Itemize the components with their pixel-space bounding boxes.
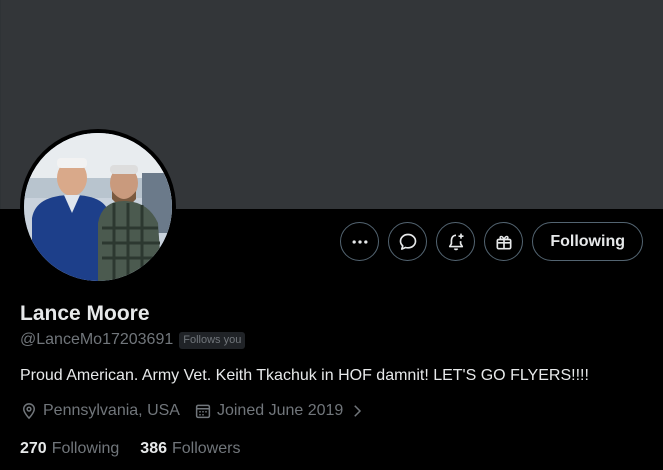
joined-text: Joined June 2019: [216, 402, 344, 419]
following-label: Following: [51, 440, 120, 457]
more-button[interactable]: [340, 222, 380, 261]
location-pin-icon: [22, 403, 36, 420]
profile-page: Following Lance Moore @LanceMo17203691 F…: [0, 0, 663, 470]
profile-actions: Following: [340, 222, 643, 261]
avatar[interactable]: [20, 129, 176, 285]
profile-meta: Pennsylvania, USA Joined June 2019: [20, 402, 366, 420]
follows-you-badge: Follows you: [179, 331, 246, 349]
more-dots-icon: [352, 239, 368, 244]
handle-row: @LanceMo17203691 Follows you: [20, 331, 246, 349]
bell-plus-icon: [448, 233, 464, 250]
following-count: 270: [20, 440, 47, 457]
followers-label: Followers: [172, 440, 241, 457]
location-text: Pennsylvania, USA: [43, 402, 180, 419]
chevron-right-icon: [354, 405, 362, 417]
user-handle: @LanceMo17203691: [20, 331, 174, 348]
joined-item[interactable]: Joined June 2019: [194, 402, 366, 420]
gift-button[interactable]: [484, 222, 524, 261]
followers-count: 386: [140, 440, 167, 457]
message-button[interactable]: [388, 222, 428, 261]
followers-stat-link[interactable]: 386 Followers: [140, 440, 240, 458]
follow-stats: 270 Following 386 Followers: [20, 440, 240, 458]
gift-icon: [496, 235, 512, 249]
display-name: Lance Moore: [20, 302, 150, 325]
following-button[interactable]: Following: [532, 222, 643, 261]
avatar-photo: [24, 133, 172, 281]
following-stat-link[interactable]: 270 Following: [20, 440, 119, 458]
profile-bio: Proud American. Army Vet. Keith Tkachuk …: [20, 367, 589, 384]
location-item: Pennsylvania, USA: [20, 402, 180, 420]
calendar-icon: [195, 404, 211, 419]
notify-button[interactable]: [436, 222, 476, 261]
message-bubble-icon: [399, 233, 417, 250]
